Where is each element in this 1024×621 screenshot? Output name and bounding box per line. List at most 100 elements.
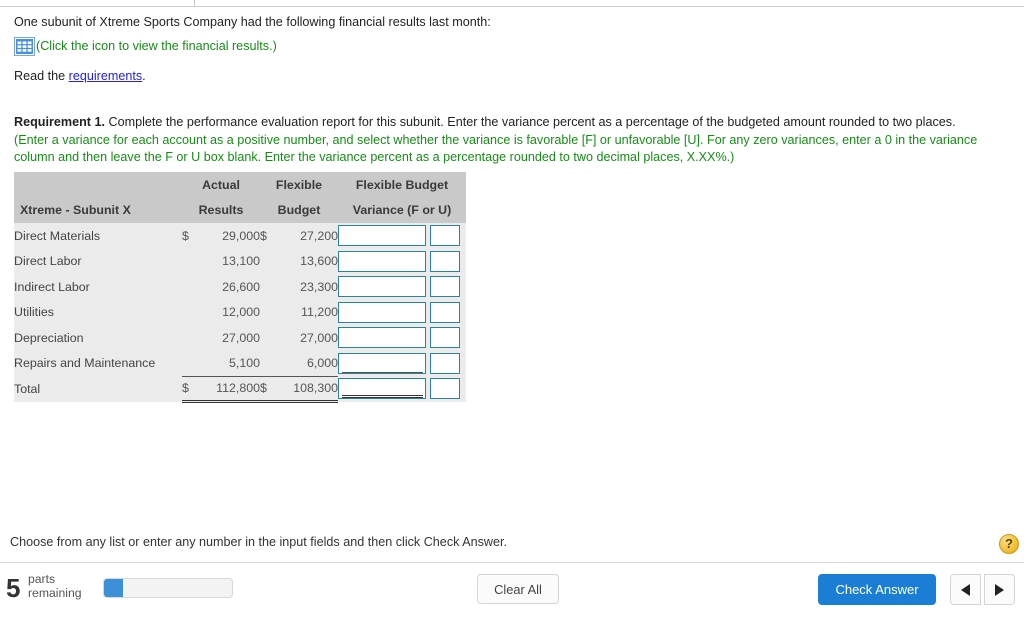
requirement-label: Requirement 1. bbox=[14, 115, 105, 129]
actual-value: 12,000 bbox=[198, 299, 260, 325]
budget-value: 27,000 bbox=[276, 325, 338, 351]
row-label: Direct Materials bbox=[14, 223, 182, 249]
accounting-rule bbox=[342, 372, 423, 373]
variance-input-cell bbox=[338, 376, 430, 402]
accounting-rule bbox=[342, 394, 423, 398]
flag-input-cell bbox=[430, 248, 466, 274]
flag-input-cell bbox=[430, 376, 466, 402]
budget-currency bbox=[260, 274, 276, 300]
next-button[interactable] bbox=[984, 574, 1015, 605]
variance-input-cell bbox=[338, 248, 430, 274]
table-row: Utilities 12,000 11,200 bbox=[14, 299, 466, 325]
variance-flag-input[interactable] bbox=[430, 250, 460, 272]
header-flexible-budget: Flexible Budget bbox=[338, 172, 466, 197]
flag-input-cell bbox=[430, 350, 466, 376]
header-blank-1 bbox=[14, 172, 182, 197]
variance-input[interactable] bbox=[338, 276, 426, 298]
read-suffix: . bbox=[142, 69, 146, 83]
variance-flag-input[interactable] bbox=[430, 378, 460, 400]
triangle-right-icon bbox=[995, 583, 1004, 596]
variance-input-cell bbox=[338, 350, 430, 376]
top-divider-tick bbox=[194, 0, 195, 7]
row-label: Repairs and Maintenance bbox=[14, 350, 182, 376]
variance-input-cell bbox=[338, 274, 430, 300]
table-row: Direct Labor 13,100 13,600 bbox=[14, 248, 466, 274]
requirement-block: Requirement 1. Complete the performance … bbox=[14, 114, 1014, 166]
actual-currency bbox=[182, 299, 198, 325]
previous-button[interactable] bbox=[950, 574, 981, 605]
flag-input-cell bbox=[430, 299, 466, 325]
clear-all-button[interactable]: Clear All bbox=[477, 574, 559, 604]
budget-currency: $ bbox=[260, 376, 276, 403]
variance-flag-input[interactable] bbox=[430, 276, 460, 298]
header-budget: Budget bbox=[260, 197, 338, 223]
table-head: Actual Flexible Flexible Budget Xtreme -… bbox=[14, 172, 466, 223]
variance-flag-input[interactable] bbox=[430, 352, 460, 374]
actual-currency bbox=[182, 274, 198, 300]
actual-currency bbox=[182, 325, 198, 351]
table-row: Direct Materials $29,000 $27,200 bbox=[14, 223, 466, 249]
variance-flag-input[interactable] bbox=[430, 301, 460, 323]
budget-value: 23,300 bbox=[276, 274, 338, 300]
triangle-left-icon bbox=[961, 583, 970, 596]
header-variance: Variance (F or U) bbox=[338, 197, 466, 223]
budget-value: 108,300 bbox=[276, 376, 338, 403]
requirements-link[interactable]: requirements bbox=[69, 69, 143, 83]
check-answer-button[interactable]: Check Answer bbox=[818, 574, 936, 605]
read-prefix: Read the bbox=[14, 69, 69, 83]
variance-input[interactable] bbox=[338, 327, 426, 349]
table-header-row-1: Actual Flexible Flexible Budget bbox=[14, 172, 466, 197]
row-label: Direct Labor bbox=[14, 248, 182, 274]
actual-value: 13,100 bbox=[198, 248, 260, 274]
parts-remaining-count: 5 bbox=[6, 573, 21, 603]
actual-currency bbox=[182, 350, 198, 377]
table-row: Total $112,800 $108,300 bbox=[14, 376, 466, 403]
table-row: Indirect Labor 26,600 23,300 bbox=[14, 274, 466, 300]
row-label: Total bbox=[14, 376, 182, 402]
header-flexible: Flexible bbox=[260, 172, 338, 197]
flag-input-cell bbox=[430, 274, 466, 300]
variance-input[interactable] bbox=[338, 352, 426, 374]
budget-currency bbox=[260, 248, 276, 274]
header-subunit: Xtreme - Subunit X bbox=[14, 197, 182, 223]
parts-remaining-label: parts remaining bbox=[28, 572, 82, 600]
actual-value: 29,000 bbox=[198, 223, 260, 249]
icon-caption-row: (Click the icon to view the financial re… bbox=[14, 35, 1004, 57]
actual-currency: $ bbox=[182, 376, 198, 403]
bottom-instruction: Choose from any list or enter any number… bbox=[10, 535, 508, 549]
requirement-heading: Requirement 1. Complete the performance … bbox=[14, 114, 1014, 131]
actual-value: 26,600 bbox=[198, 274, 260, 300]
footer-divider bbox=[0, 562, 1024, 563]
spreadsheet-icon[interactable] bbox=[14, 36, 35, 56]
parts-label-line2: remaining bbox=[28, 586, 82, 600]
progress-bar-fill bbox=[104, 579, 124, 597]
flag-input-cell bbox=[430, 325, 466, 351]
actual-value: 27,000 bbox=[198, 325, 260, 351]
actual-value: 5,100 bbox=[198, 350, 260, 377]
variance-input[interactable] bbox=[338, 225, 426, 247]
variance-input-cell bbox=[338, 325, 430, 351]
budget-currency bbox=[260, 325, 276, 351]
top-divider bbox=[0, 6, 1024, 7]
variance-input-cell bbox=[338, 299, 430, 325]
budget-currency bbox=[260, 299, 276, 325]
intro-sentence: One subunit of Xtreme Sports Company had… bbox=[14, 15, 491, 29]
table-row: Depreciation 27,000 27,000 bbox=[14, 325, 466, 351]
intro-block: One subunit of Xtreme Sports Company had… bbox=[14, 14, 1004, 83]
performance-evaluation-table: Actual Flexible Flexible Budget Xtreme -… bbox=[14, 172, 466, 403]
variance-input[interactable] bbox=[338, 301, 426, 323]
budget-value: 11,200 bbox=[276, 299, 338, 325]
table-header-row-2: Xtreme - Subunit X Results Budget Varian… bbox=[14, 197, 466, 223]
icon-caption-text[interactable]: (Click the icon to view the financial re… bbox=[36, 39, 277, 53]
variance-input-cell bbox=[338, 223, 430, 249]
help-icon[interactable]: ? bbox=[999, 534, 1019, 554]
variance-flag-input[interactable] bbox=[430, 327, 460, 349]
read-requirements-line: Read the requirements. bbox=[14, 69, 1004, 83]
variance-flag-input[interactable] bbox=[430, 225, 460, 247]
budget-value: 27,200 bbox=[276, 223, 338, 249]
variance-input[interactable] bbox=[338, 250, 426, 272]
row-label: Indirect Labor bbox=[14, 274, 182, 300]
flag-input-cell bbox=[430, 223, 466, 249]
budget-value: 13,600 bbox=[276, 248, 338, 274]
row-label: Utilities bbox=[14, 299, 182, 325]
